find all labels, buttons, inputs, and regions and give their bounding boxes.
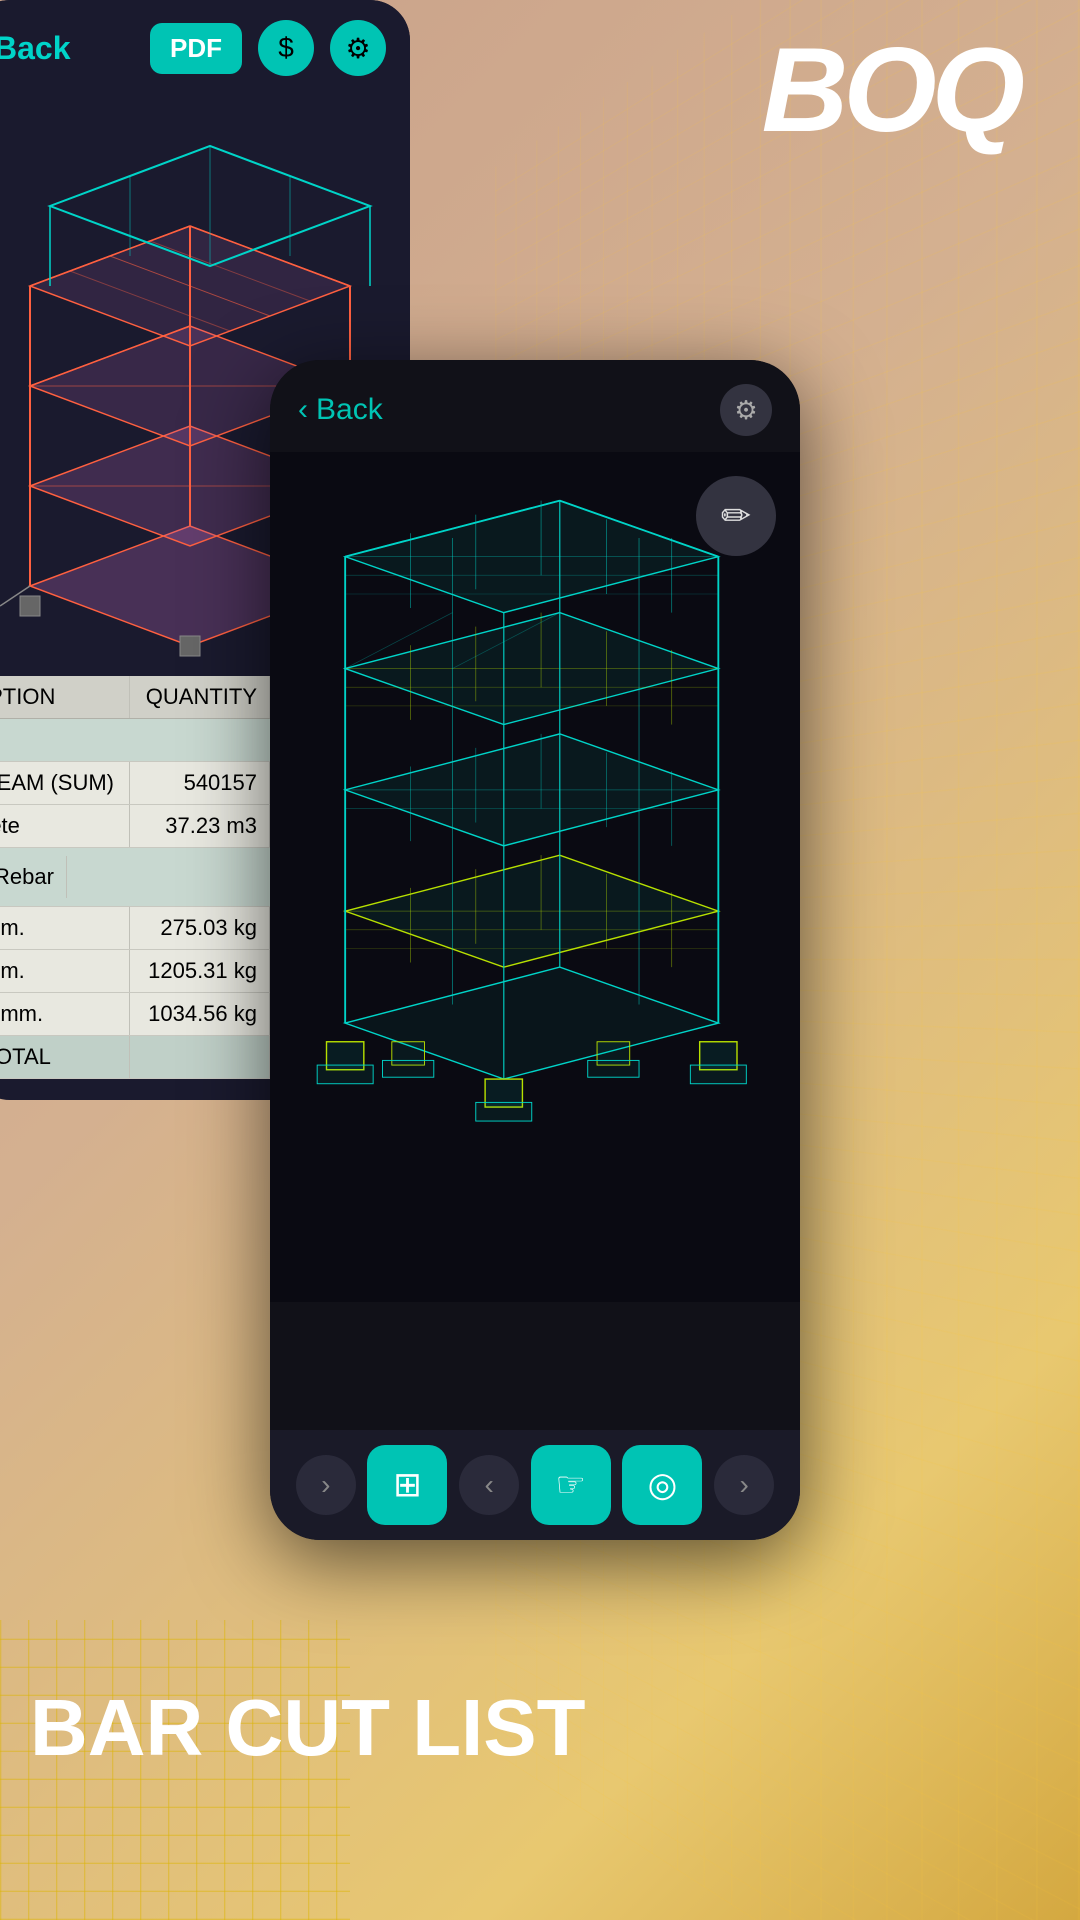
rebar3-desc: 6 mm. [0,993,130,1035]
back-button-front[interactable]: ‹ Back [298,393,383,427]
beam-sum-qty: 540157 [130,762,270,804]
header-icons-back: PDF $ ⚙ [150,20,386,76]
front-phone-toolbar: › ⊞ ‹ ☞ ◎ › [270,1430,800,1540]
wireframe-front-view[interactable]: ✏ [270,452,800,1302]
boq-title: BOQ [762,30,1020,150]
rebar2-desc: mm. [0,950,130,992]
gear-icon-button[interactable]: ⚙ [330,20,386,76]
front-phone-header: ‹ Back ⚙ [270,360,800,452]
building-wireframe-front [280,482,784,1247]
bar-cut-list-title: BAR CUT LIST [30,1686,586,1770]
rebar2-qty: 1205.31 kg [130,950,270,992]
col-header-quantity: QUANTITY [130,676,270,718]
total-label: TOTAL [0,1036,130,1078]
concrete-desc: rete [0,805,130,847]
rebar1-desc: mm. [0,907,130,949]
toolbar-more-right[interactable]: › [714,1455,774,1515]
rebar-label: Rebar [0,856,67,898]
phone-front: ‹ Back ⚙ ✏ [270,360,800,1540]
back-phone-header: Back PDF $ ⚙ [0,0,410,96]
toolbar-arrow-right[interactable]: › [296,1455,356,1515]
concrete-qty: 37.23 m3 [130,805,270,847]
dollar-icon-button[interactable]: $ [258,20,314,76]
toolbar-grid-button[interactable]: ⊞ [367,1445,447,1525]
toolbar-view-button[interactable]: ◎ [622,1445,702,1525]
col-header-description: IPTION [0,676,130,718]
gear-icon-front[interactable]: ⚙ [720,384,772,436]
rebar1-qty: 275.03 kg [130,907,270,949]
beam-sum-desc: BEAM (SUM) [0,762,130,804]
pdf-button[interactable]: PDF [150,23,242,74]
pencil-fab-button[interactable]: ✏ [696,476,776,556]
chevron-left-icon: ‹ [298,393,308,427]
toolbar-touch-button[interactable]: ☞ [531,1445,611,1525]
rebar3-qty: 1034.56 kg [130,993,270,1035]
total-qty [130,1036,270,1078]
back-button-back[interactable]: Back [0,30,71,67]
toolbar-arrow-left[interactable]: ‹ [459,1455,519,1515]
